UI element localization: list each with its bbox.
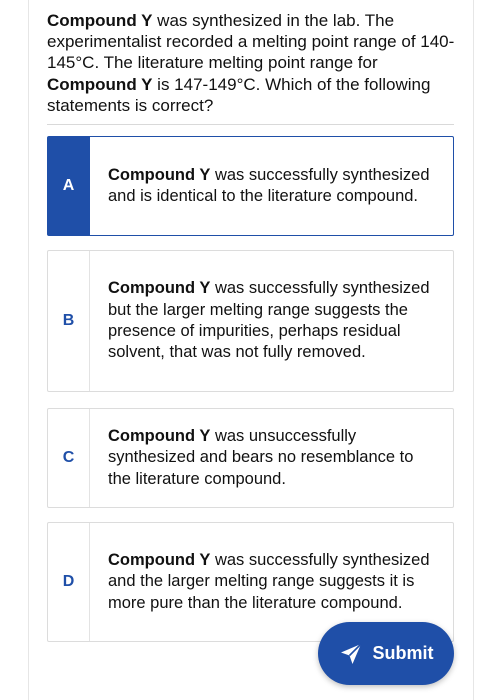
option-c-compound-name: Compound Y	[108, 427, 211, 446]
submit-button[interactable]: Submit	[318, 622, 454, 685]
question-divider	[47, 124, 454, 125]
option-b-letter: B	[62, 312, 75, 329]
option-a-letter-cell: A	[48, 137, 90, 235]
option-a-text: Compound Y was successfully synthesized …	[108, 137, 439, 235]
option-a[interactable]: A Compound Y was successfully synthesize…	[47, 136, 454, 236]
option-b-compound-name: Compound Y	[108, 279, 211, 298]
option-a-compound-name: Compound Y	[108, 165, 211, 184]
option-c-text: Compound Y was unsuccessfully synthesize…	[108, 409, 439, 507]
option-b-letter-cell: B	[48, 251, 90, 391]
option-b-text: Compound Y was successfully synthesized …	[108, 251, 439, 391]
option-d-letter: D	[62, 573, 75, 590]
option-c-letter: C	[62, 449, 75, 466]
right-rail	[473, 0, 474, 700]
question-compound-name-2: Compound Y	[47, 74, 153, 94]
left-rail	[28, 0, 29, 700]
question-text: Compound Y was synthesized in the lab. T…	[47, 10, 467, 116]
option-a-letter: A	[62, 177, 75, 194]
option-d-letter-cell: D	[48, 523, 90, 641]
option-c-letter-cell: C	[48, 409, 90, 507]
question-compound-name: Compound Y	[47, 11, 153, 30]
option-b[interactable]: B Compound Y was successfully synthesize…	[47, 250, 454, 392]
option-d-compound-name: Compound Y	[108, 551, 211, 570]
send-icon	[340, 642, 362, 664]
submit-label: Submit	[372, 643, 434, 663]
option-c[interactable]: C Compound Y was unsuccessfully synthesi…	[47, 408, 454, 508]
